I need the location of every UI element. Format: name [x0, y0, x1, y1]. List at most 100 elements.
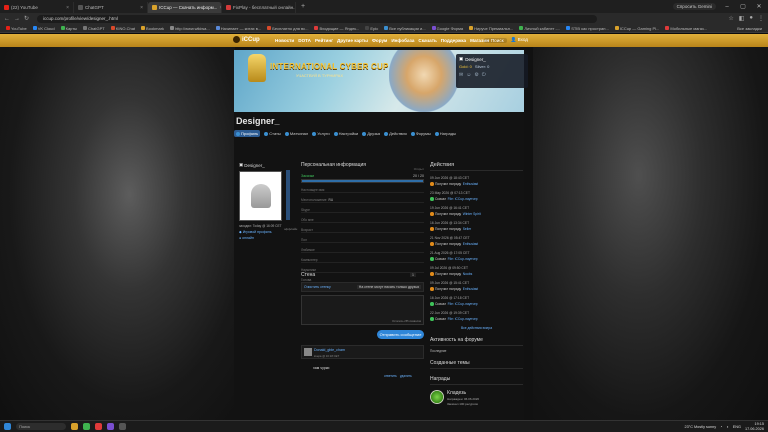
weather[interactable]: 23°C Mostly sunny — [684, 425, 716, 429]
nav-item[interactable]: Скачать — [418, 38, 436, 43]
browser-tab[interactable]: (22) YouTube × — [0, 2, 74, 13]
bookmark-item[interactable]: http://www.wikiwa... — [170, 26, 210, 31]
taskbar-search[interactable]: Поиск — [16, 423, 66, 430]
tab-close-icon[interactable]: × — [140, 5, 143, 11]
bookmark-item[interactable]: ICCup — Gaming Pl... — [614, 26, 659, 31]
bookmark-item[interactable]: YouTube — [6, 26, 27, 31]
friends-icon[interactable]: ☺ — [466, 72, 471, 78]
bookmark-item[interactable]: KINO.Chat — [110, 26, 135, 31]
personal-info: Персональная информация Открыт Закачки 2… — [301, 162, 424, 283]
activity-link[interactable]: File: iCCup-лаунчер — [448, 197, 478, 201]
language[interactable]: ENG — [733, 425, 741, 429]
browser-tab[interactable]: ChatGPT × — [74, 2, 148, 13]
close-icon[interactable]: ✕ — [754, 3, 764, 10]
new-tab-button[interactable]: + — [296, 3, 310, 10]
store-icon[interactable] — [107, 423, 114, 430]
all-actions-link[interactable]: Все действия юзера — [430, 326, 523, 330]
bookmark-item[interactable]: VK Cloud — [32, 26, 55, 31]
url-input[interactable]: iccup.com/profile/view/designer_.html — [37, 14, 598, 23]
clear-wall-button[interactable]: Очистить стенку — [304, 285, 331, 289]
star-icon[interactable]: ☆ — [728, 15, 733, 22]
reply-link[interactable]: ответить — [384, 374, 397, 378]
activity-link[interactable]: Noobs — [463, 272, 473, 276]
wifi-icon[interactable]: ◔ — [720, 425, 722, 429]
activity-text: Получил награду — [435, 242, 462, 246]
terminal-icon[interactable] — [119, 423, 126, 430]
nav-item[interactable]: Форум — [372, 38, 387, 43]
volume-icon[interactable]: ◖ — [726, 425, 728, 429]
bookmark-item[interactable]: ChatGPT — [83, 26, 105, 31]
profile-tab[interactable]: Профиль — [234, 130, 261, 137]
bookmark-label: YouTube — [11, 25, 27, 31]
activity-link[interactable]: File: iCCup-лаунчер — [448, 257, 478, 261]
wall-permission-select[interactable]: На стене могут писать только друзья — [356, 285, 421, 289]
extensions-icon[interactable]: ◧ — [739, 15, 745, 22]
bookmark-item[interactable]: Входящие — Яндек... — [314, 26, 359, 31]
login-button[interactable]: 👤 Вход — [511, 37, 528, 43]
activity-link[interactable]: Seller — [463, 227, 471, 231]
back-icon[interactable]: ← — [4, 16, 10, 22]
online-status: ● онлайн — [239, 236, 254, 240]
menu-icon[interactable]: ⋮ — [758, 15, 764, 22]
bookmark-item[interactable]: Нируче Премиальн... — [469, 26, 513, 31]
all-bookmarks[interactable]: Все закладки — [737, 26, 762, 31]
mail-icon[interactable]: ✉ — [459, 72, 463, 78]
gemini-button[interactable]: Спросить Gemini — [672, 3, 716, 10]
browser-tab[interactable]: ICCup — Скачать информ...× — [148, 2, 222, 13]
wall-page-selector[interactable]: 1 — [410, 273, 416, 277]
activity-link[interactable]: Enthusiast — [463, 287, 478, 291]
nav-item[interactable]: DOTA — [298, 38, 311, 43]
bookmark-item[interactable]: Мобильные магаз... — [665, 26, 707, 31]
windows-start-icon[interactable] — [4, 423, 11, 430]
maximize-icon[interactable]: ▢ — [738, 3, 748, 10]
site-logo[interactable]: iCCup — [233, 36, 260, 43]
bookmark-item[interactable]: Личный кабинет -... — [519, 26, 560, 31]
clock[interactable]: 19:15 17.06.2026 — [745, 422, 764, 431]
user-name[interactable]: Designer_ — [465, 57, 486, 62]
delete-link[interactable]: удалить — [400, 374, 412, 378]
post-text: хам чурки — [313, 366, 330, 370]
activity-link[interactable]: Enthusiast — [463, 182, 478, 186]
explorer-icon[interactable] — [71, 423, 78, 430]
app-icon[interactable] — [95, 423, 102, 430]
bookmark-item[interactable]: Начинает — китах в... — [215, 26, 261, 31]
nav-item[interactable]: Новости — [275, 38, 294, 43]
profile-tab[interactable]: Статы — [264, 131, 281, 136]
profile-tab[interactable]: Форумы — [410, 131, 431, 136]
bookmark-item[interactable]: Бесплатно для вс... — [267, 26, 308, 31]
nav-item[interactable]: Инфобаза — [391, 38, 414, 43]
nav-item[interactable]: Другие карты — [337, 38, 368, 43]
bookmark-item[interactable]: Google Форма — [431, 26, 463, 31]
bookmark-item[interactable]: Bookmark — [141, 26, 164, 31]
tab-title: (22) YouTube — [11, 5, 38, 10]
nav-item[interactable]: Поддержка — [441, 38, 466, 43]
profile-tab[interactable]: Настройки — [333, 131, 358, 136]
settings-icon[interactable]: ⚙ — [474, 72, 478, 78]
send-message-button[interactable]: Отправить сообщение — [377, 330, 424, 339]
reload-icon[interactable]: ↻ — [24, 15, 29, 22]
profile-tab[interactable]: Услуги — [312, 131, 330, 136]
bookmark-item[interactable]: Все публикации и... — [384, 26, 426, 31]
bookmark-item[interactable]: STIB кас простран... — [566, 26, 609, 31]
post-author[interactable]: Donald_gble_cham — [314, 348, 345, 352]
minimize-icon[interactable]: – — [722, 4, 732, 10]
chrome-icon[interactable] — [83, 423, 90, 430]
profile-icon[interactable]: ● — [749, 15, 753, 22]
activity-link[interactable]: File: iCCup-лаунчер — [448, 302, 478, 306]
post-avatar[interactable] — [304, 348, 312, 356]
forward-icon[interactable]: → — [14, 16, 20, 22]
activity-link[interactable]: File: iCCup-лаунчер — [448, 317, 478, 321]
logout-icon[interactable]: ⏻ — [482, 72, 486, 78]
bookmark-item[interactable]: Карты — [60, 26, 77, 31]
activity-link[interactable]: Enthusiast — [463, 242, 478, 246]
profile-tab[interactable]: Действия — [384, 131, 407, 136]
profile-tab[interactable]: Награды — [434, 131, 456, 136]
profile-tab[interactable]: Друзья — [362, 131, 380, 136]
profile-tab[interactable]: Матчинал — [284, 131, 308, 136]
site-search-button[interactable]: ⌕ Поиск — [484, 37, 507, 43]
tab-close-icon[interactable]: × — [66, 5, 69, 11]
nav-item[interactable]: Рейтинг — [315, 38, 333, 43]
bookmark-item[interactable]: Epic — [365, 26, 378, 31]
browser-tab[interactable]: FixPlay - бесплатный онлайн...× — [222, 2, 296, 13]
activity-link[interactable]: Winter Spirit — [463, 212, 481, 216]
